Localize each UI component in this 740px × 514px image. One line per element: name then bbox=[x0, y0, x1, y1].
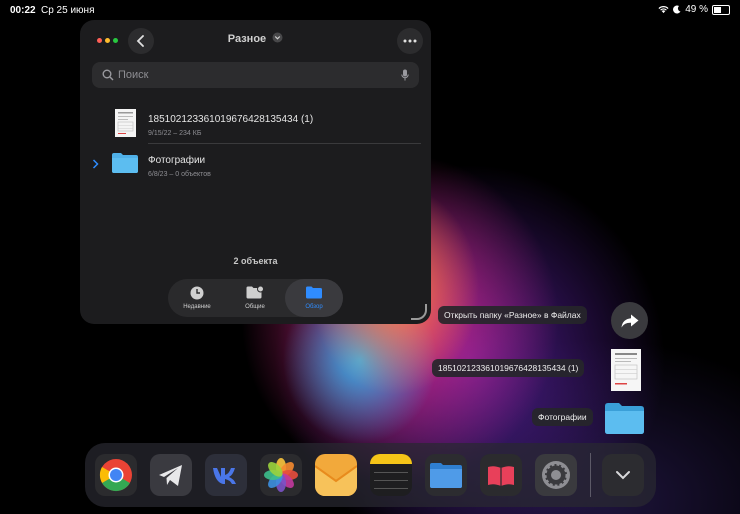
folder-meta: 6/8/23 – 0 объектов bbox=[148, 171, 211, 178]
wifi-icon bbox=[658, 6, 669, 14]
chevron-down-icon bbox=[272, 32, 283, 43]
status-indicators: 49 % bbox=[658, 4, 730, 15]
status-date: Ср 25 июня bbox=[41, 5, 95, 16]
battery-percent: 49 % bbox=[685, 4, 708, 15]
status-time: 00:22 bbox=[10, 5, 36, 16]
status-bar: 00:22 Ср 25 июня 49 % bbox=[0, 0, 740, 20]
files-window: Разное 18510212336101967642813543​4 (1) … bbox=[80, 20, 431, 324]
shared-folder-icon bbox=[246, 286, 264, 299]
folder-title: Разное bbox=[227, 33, 267, 45]
document-thumbnail-icon bbox=[115, 109, 136, 137]
share-arrow-icon bbox=[621, 314, 638, 327]
folder-name: Фотографии bbox=[148, 155, 206, 166]
file-row[interactable]: 18510212336101967642813543​4 (1) 9/15/22… bbox=[80, 109, 431, 150]
dock-divider bbox=[590, 453, 591, 497]
window-title[interactable]: Разное bbox=[80, 32, 431, 45]
disclosure-chevron-icon[interactable] bbox=[92, 159, 99, 169]
vk-icon[interactable] bbox=[205, 454, 247, 496]
file-name: 18510212336101967642813543​4 (1) bbox=[148, 114, 314, 125]
folder-name-label[interactable]: Фотографии bbox=[532, 408, 593, 426]
open-in-files-button[interactable] bbox=[611, 302, 648, 339]
document-thumbnail-icon[interactable] bbox=[611, 349, 641, 391]
tab-recents[interactable]: Недавние bbox=[168, 279, 226, 317]
files-icon[interactable] bbox=[425, 454, 467, 496]
tab-recents-label: Недавние bbox=[183, 304, 211, 310]
notes-icon[interactable] bbox=[370, 454, 412, 496]
tab-browse-label: Обзор bbox=[305, 304, 323, 310]
tab-browse[interactable]: Обзор bbox=[285, 279, 343, 317]
open-in-files-label[interactable]: Открыть папку «Разное» в Файлах bbox=[438, 306, 587, 324]
tab-shared[interactable]: Общие bbox=[226, 279, 284, 317]
tab-bar: Недавние Общие Обзор bbox=[168, 279, 343, 317]
moon-icon bbox=[673, 5, 681, 14]
search-bar[interactable] bbox=[92, 62, 419, 88]
resize-handle[interactable] bbox=[411, 304, 427, 320]
battery-icon bbox=[712, 4, 730, 15]
folder-icon bbox=[112, 153, 138, 173]
chrome-icon[interactable] bbox=[95, 454, 137, 496]
ellipsis-icon bbox=[403, 39, 417, 43]
app-library-button[interactable] bbox=[602, 454, 644, 496]
window-header: Разное bbox=[80, 20, 431, 60]
folder-icon[interactable] bbox=[604, 402, 645, 435]
more-button[interactable] bbox=[397, 28, 423, 54]
file-meta: 9/15/22 – 234 КБ bbox=[148, 130, 202, 137]
folder-icon bbox=[306, 286, 322, 299]
telegram-icon[interactable] bbox=[150, 454, 192, 496]
clock-icon bbox=[190, 286, 204, 300]
dock bbox=[85, 443, 656, 507]
search-input[interactable] bbox=[114, 69, 401, 81]
settings-icon[interactable] bbox=[535, 454, 577, 496]
mail-icon[interactable] bbox=[315, 454, 357, 496]
file-name-label[interactable]: 18510212336101967642813543​4 (1) bbox=[432, 359, 585, 377]
tab-shared-label: Общие bbox=[245, 304, 265, 310]
books-icon[interactable] bbox=[480, 454, 522, 496]
search-icon bbox=[102, 69, 114, 81]
item-count: 2 объекта bbox=[233, 256, 278, 266]
row-divider bbox=[148, 143, 421, 144]
folder-row[interactable]: Фотографии 6/8/23 – 0 объектов bbox=[80, 151, 431, 191]
photos-icon[interactable] bbox=[260, 454, 302, 496]
microphone-icon[interactable] bbox=[401, 69, 409, 81]
